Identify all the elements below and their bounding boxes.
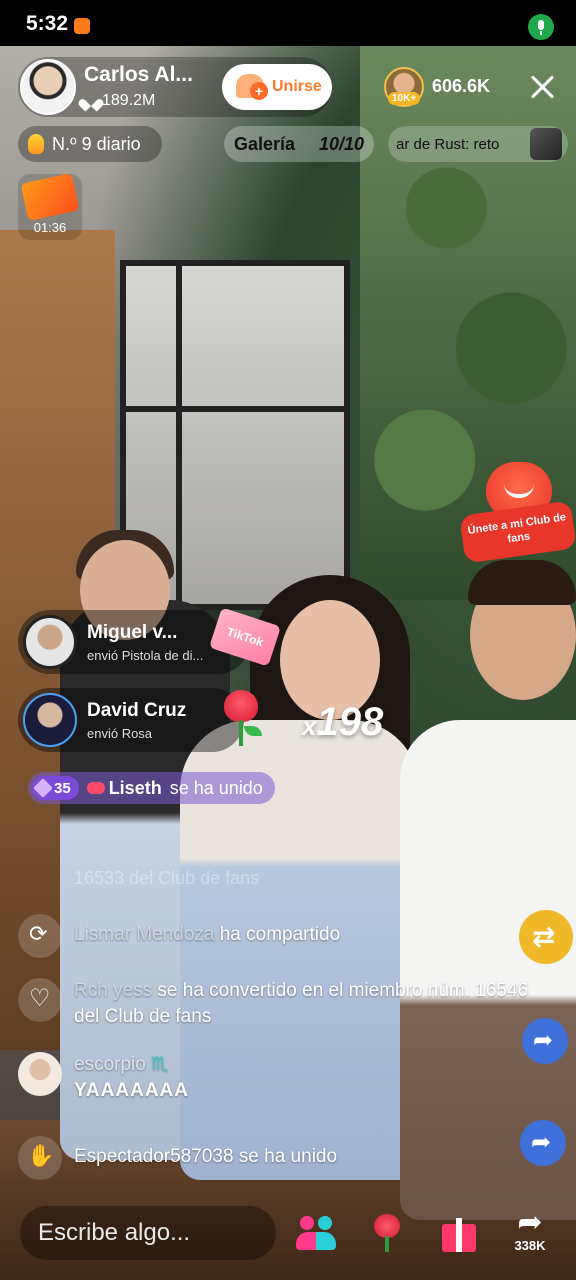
gift-description: envió Rosa [87,725,153,741]
treasure-box-icon [20,173,80,221]
rose-gift-icon [214,690,268,750]
viewer-count[interactable]: 606.6K [432,76,490,97]
combo-prefix: x [302,711,317,741]
gift-notification[interactable]: David Cruz envió Rosa [18,688,244,752]
fan-club-badge-label: Únete a mi Club de fans [459,500,576,564]
join-banner-action: se ha unido [169,777,263,798]
comment-input[interactable]: Escribe algo... [20,1206,276,1260]
chat-text: ha compartido [219,924,341,945]
repost-icon[interactable] [519,910,573,964]
forward-icon[interactable] [520,1120,566,1166]
join-banner[interactable]: 35 Liseth se ha unido [28,772,275,804]
chat-message[interactable]: escorpio ♏ YAAAAAAA [18,1052,538,1104]
share-button[interactable]: ➦ 338K [504,1208,556,1268]
gift-sender-name: Miguel v... [87,621,178,643]
share-icon [18,914,62,958]
chat-user[interactable]: Lismar Mendoza [74,924,214,945]
chat-avatar[interactable] [18,1052,62,1096]
wave-icon [18,1136,62,1180]
join-banner-user: Liseth [108,777,162,798]
chat-user[interactable]: Espectador587038 [74,1146,234,1167]
gift-icon[interactable] [438,1212,480,1254]
gift-sender-avatar[interactable] [23,693,77,747]
status-bar: 5:32 [0,0,576,46]
flame-icon [28,134,44,154]
join-button-label: Unirse [272,78,322,95]
heart-icon [84,94,98,108]
faded-chat-line: 16533 del Club de fans [74,868,260,888]
notification-icon [74,18,90,34]
gift-sender-name: David Cruz [87,699,187,721]
status-time: 5:32 [26,12,69,35]
rose-icon[interactable] [366,1212,408,1254]
chat-message[interactable]: Espectador587038 se ha unido [18,1136,538,1180]
combo-value: 198 [316,700,384,744]
host-avatar[interactable] [20,59,76,115]
gift-sender-avatar[interactable] [23,615,77,669]
zodiac-icon: ♏ [151,1054,169,1075]
join-button[interactable]: Unirse [222,64,332,110]
host-likes: 189.2M [84,92,155,110]
gift-description: envió Pistola de di... [87,647,204,663]
microphone-icon [528,14,554,40]
bow-icon [86,782,105,794]
viewer-rank-badge: 10K+ [388,92,421,105]
user-level-badge: 35 [32,776,79,800]
game-pill-text: ar de Rust: reto [396,135,500,153]
chat-message[interactable]: Rch yess se ha convertido en el miembro … [18,978,538,1030]
gallery-count: 10/10 [318,133,364,154]
treasure-timer[interactable]: 01:36 [18,173,82,240]
game-pill[interactable]: ar de Rust: reto [388,126,568,162]
host-name[interactable]: Carlos Al... [84,63,193,87]
chat-user[interactable]: escorpio [74,1054,146,1075]
gift-combo-counter: x198 [302,700,383,745]
chat-message[interactable]: Lismar Mendoza ha compartido [18,914,538,958]
diamond-icon [33,778,53,798]
multi-guest-icon[interactable] [296,1212,338,1254]
host-likes-count: 189.2M [102,92,156,109]
chat-user[interactable]: Rch yess [74,980,152,1001]
chat-text: se ha unido [238,1146,338,1167]
chat-text: YAAAAAAA [74,1080,189,1101]
gallery-label: Galería [234,133,296,154]
share-arrow-icon: ➦ [517,1206,543,1239]
forward-icon[interactable] [522,1018,568,1064]
gallery-pill[interactable]: Galería 10/10 [224,126,374,162]
share-count: 338K [514,1238,546,1253]
fan-club-badge[interactable]: Únete a mi Club de fans [459,462,576,570]
user-level: 35 [54,779,71,797]
game-thumbnail [530,128,562,160]
daily-rank-label: N.º 9 diario [52,133,141,154]
timer-text: 01:36 [33,220,67,235]
close-icon[interactable] [528,72,558,102]
fan-club-heart-icon [236,74,268,100]
heart-outline-icon [18,978,62,1022]
daily-rank-pill[interactable]: N.º 9 diario [18,126,162,162]
